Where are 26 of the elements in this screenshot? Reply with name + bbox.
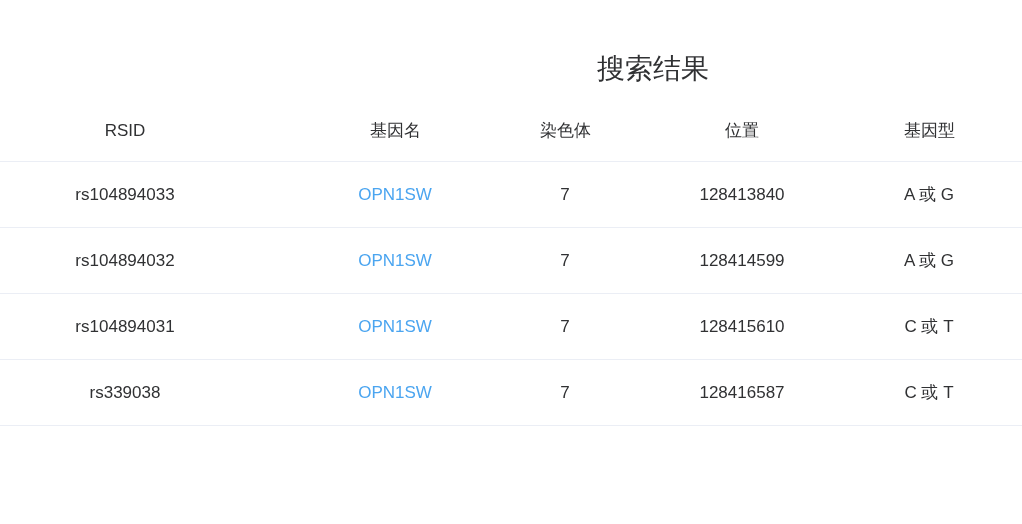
table-cell: rs339038 [89,382,161,403]
column-header: 染色体 [539,120,591,142]
table-cell: 7 [560,184,570,205]
table-cell: 7 [560,316,570,337]
table-cell: rs104894031 [75,316,175,337]
gene-link[interactable]: OPN1SW [358,184,432,205]
column-header: 位置 [725,120,759,142]
table-cell-text: C 或 T [904,382,954,404]
table-cell: rs104894033 [75,184,175,205]
page-title: 搜索结果 [597,53,709,84]
column-header: 基因名 [369,120,421,142]
table-cell: 128413840 [699,184,785,205]
table-cell-text: A 或 G [903,184,955,206]
gene-link[interactable]: OPN1SW [358,382,432,403]
gene-link[interactable]: OPN1SW [358,316,432,337]
column-header: RSID [104,120,146,141]
table-cell: rs104894032 [75,250,175,271]
table-cell: 7 [560,250,570,271]
table-cell: 128414599 [699,250,785,271]
table-cell-text: C 或 T [904,316,954,338]
column-header: 基因型 [903,120,955,142]
table-cell: 7 [560,382,570,403]
table-cell: 128416587 [699,382,785,403]
gene-link[interactable]: OPN1SW [358,250,432,271]
table-cell: 128415610 [699,316,785,337]
table-cell-text: A 或 G [903,250,955,272]
